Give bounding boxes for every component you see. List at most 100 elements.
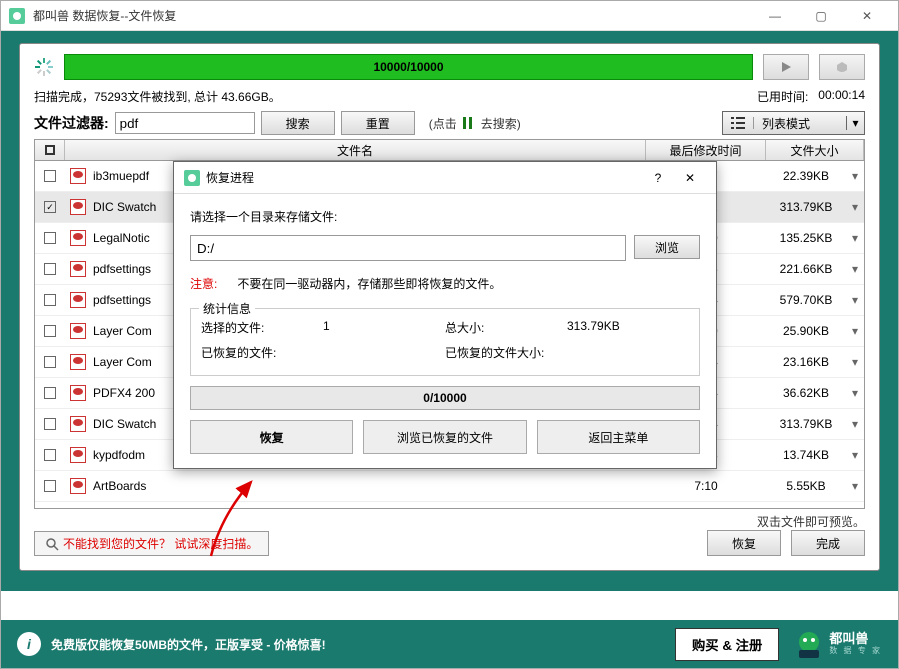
chevron-down-icon: ▾ bbox=[846, 116, 864, 130]
scan-status: 扫描完成，75293文件被找到, 总计 43.66GB。 bbox=[34, 88, 281, 105]
search-hint: (点击 去搜索) bbox=[429, 115, 521, 132]
pause-icon bbox=[463, 117, 475, 129]
recover-dialog: 恢复进程 ? ✕ 请选择一个目录来存储文件: 浏览 注意: 不要在同一驱动器内，… bbox=[173, 161, 717, 469]
row-checkbox[interactable] bbox=[35, 418, 65, 430]
row-checkbox[interactable] bbox=[35, 480, 65, 492]
minimize-button[interactable]: — bbox=[752, 2, 798, 30]
spinner-icon bbox=[34, 57, 54, 77]
chevron-down-icon[interactable]: ▾ bbox=[846, 355, 864, 369]
stats-box: 统计信息 选择的文件: 1 总大小: 313.79KB 已恢复的文件: 已恢复的… bbox=[190, 308, 700, 376]
view-mode-selector[interactable]: 列表模式 ▾ bbox=[722, 111, 865, 135]
pdf-icon bbox=[69, 322, 87, 340]
chevron-down-icon[interactable]: ▾ bbox=[846, 417, 864, 431]
save-path-input[interactable] bbox=[190, 235, 626, 261]
file-size: 13.74KB bbox=[766, 448, 846, 462]
app-window: 都叫兽 数据恢复--文件恢复 — ▢ ✕ bbox=[0, 0, 899, 669]
chevron-down-icon[interactable]: ▾ bbox=[846, 386, 864, 400]
pdf-icon bbox=[69, 353, 87, 371]
pdf-icon bbox=[69, 446, 87, 464]
chevron-down-icon[interactable]: ▾ bbox=[846, 200, 864, 214]
pdf-icon bbox=[69, 384, 87, 402]
row-checkbox[interactable] bbox=[35, 387, 65, 399]
file-size: 313.79KB bbox=[766, 417, 846, 431]
select-all-checkbox[interactable] bbox=[35, 140, 65, 160]
filter-input[interactable] bbox=[115, 112, 255, 134]
recover-button[interactable]: 恢复 bbox=[707, 530, 781, 556]
pdf-icon bbox=[69, 167, 87, 185]
title-bar: 都叫兽 数据恢复--文件恢复 — ▢ ✕ bbox=[1, 1, 898, 31]
deep-scan-button[interactable]: 不能找到您的文件？ 试试深度扫描。 bbox=[34, 531, 269, 556]
pdf-icon bbox=[69, 260, 87, 278]
dialog-back-button[interactable]: 返回主菜单 bbox=[537, 420, 700, 454]
row-checkbox[interactable]: ✓ bbox=[35, 201, 65, 213]
col-filename[interactable]: 文件名 bbox=[65, 140, 646, 160]
progress-row: 10000/10000 bbox=[34, 54, 865, 80]
maximize-button[interactable]: ▢ bbox=[798, 2, 844, 30]
pdf-icon bbox=[69, 198, 87, 216]
window-title: 都叫兽 数据恢复--文件恢复 bbox=[33, 7, 752, 24]
path-prompt: 请选择一个目录来存储文件: bbox=[190, 208, 700, 225]
search-icon bbox=[45, 537, 59, 551]
file-size: 25.90KB bbox=[766, 324, 846, 338]
col-date[interactable]: 最后修改时间 bbox=[646, 140, 766, 160]
filter-row: 文件过滤器: 搜索 重置 (点击 去搜索) 列表模式 ▾ bbox=[34, 111, 865, 135]
chevron-down-icon[interactable]: ▾ bbox=[846, 448, 864, 462]
dialog-titlebar: 恢复进程 ? ✕ bbox=[174, 162, 716, 194]
progress-bar: 10000/10000 bbox=[64, 54, 753, 80]
file-size: 36.62KB bbox=[766, 386, 846, 400]
row-checkbox[interactable] bbox=[35, 232, 65, 244]
pdf-icon bbox=[69, 291, 87, 309]
row-checkbox[interactable] bbox=[35, 356, 65, 368]
stop-button[interactable] bbox=[819, 54, 865, 80]
status-row: 扫描完成，75293文件被找到, 总计 43.66GB。 已用时间: 00:00… bbox=[34, 88, 865, 105]
file-size: 221.66KB bbox=[766, 262, 846, 276]
app-icon bbox=[184, 170, 200, 186]
row-checkbox[interactable] bbox=[35, 449, 65, 461]
dialog-close-button[interactable]: ✕ bbox=[674, 171, 706, 185]
close-button[interactable]: ✕ bbox=[844, 2, 890, 30]
elapsed-label: 已用时间: bbox=[757, 88, 808, 105]
reset-button[interactable]: 重置 bbox=[341, 111, 415, 135]
search-button[interactable]: 搜索 bbox=[261, 111, 335, 135]
chevron-down-icon[interactable]: ▾ bbox=[846, 293, 864, 307]
brand-logo: 都叫兽 数 据 专 家 bbox=[793, 628, 882, 660]
chevron-down-icon[interactable]: ▾ bbox=[846, 262, 864, 276]
table-header: 文件名 最后修改时间 文件大小 bbox=[34, 139, 865, 161]
col-size[interactable]: 文件大小 bbox=[766, 140, 864, 160]
pdf-icon bbox=[69, 229, 87, 247]
done-button[interactable]: 完成 bbox=[791, 530, 865, 556]
file-size: 22.39KB bbox=[766, 169, 846, 183]
footer-bar: i 免费版仅能恢复50MB的文件，正版享受 - 价格惊喜! 购买 & 注册 都叫… bbox=[1, 620, 898, 668]
row-checkbox[interactable] bbox=[35, 294, 65, 306]
elapsed-value: 00:00:14 bbox=[818, 88, 865, 105]
footer-message: 免费版仅能恢复50MB的文件，正版享受 - 价格惊喜! bbox=[51, 636, 326, 653]
info-icon: i bbox=[17, 632, 41, 656]
dialog-browse-recovered-button[interactable]: 浏览已恢复的文件 bbox=[363, 420, 526, 454]
pdf-icon bbox=[69, 477, 87, 495]
file-size: 579.70KB bbox=[766, 293, 846, 307]
table-row[interactable]: ArtBoards7:105.55KB▾ bbox=[35, 471, 864, 502]
buy-register-button[interactable]: 购买 & 注册 bbox=[675, 628, 779, 661]
file-name: ArtBoards bbox=[91, 479, 646, 493]
chevron-down-icon[interactable]: ▾ bbox=[846, 324, 864, 338]
pdf-icon bbox=[69, 415, 87, 433]
list-icon bbox=[723, 117, 754, 129]
play-button[interactable] bbox=[763, 54, 809, 80]
warning-text: 注意: 不要在同一驱动器内，存储那些即将恢复的文件。 bbox=[190, 275, 700, 292]
file-size: 135.25KB bbox=[766, 231, 846, 245]
filter-label: 文件过滤器: bbox=[34, 113, 109, 133]
dblclick-hint: 双击文件即可预览。 bbox=[34, 513, 865, 530]
row-checkbox[interactable] bbox=[35, 263, 65, 275]
help-button[interactable]: ? bbox=[642, 171, 674, 185]
chevron-down-icon[interactable]: ▾ bbox=[846, 169, 864, 183]
row-checkbox[interactable] bbox=[35, 325, 65, 337]
dialog-recover-button[interactable]: 恢复 bbox=[190, 420, 353, 454]
browse-button[interactable]: 浏览 bbox=[634, 235, 700, 259]
app-icon bbox=[9, 8, 25, 24]
row-checkbox[interactable] bbox=[35, 170, 65, 182]
file-size: 5.55KB bbox=[766, 479, 846, 493]
file-size: 23.16KB bbox=[766, 355, 846, 369]
chevron-down-icon[interactable]: ▾ bbox=[846, 231, 864, 245]
chevron-down-icon[interactable]: ▾ bbox=[846, 479, 864, 493]
file-date: 7:10 bbox=[646, 479, 766, 493]
